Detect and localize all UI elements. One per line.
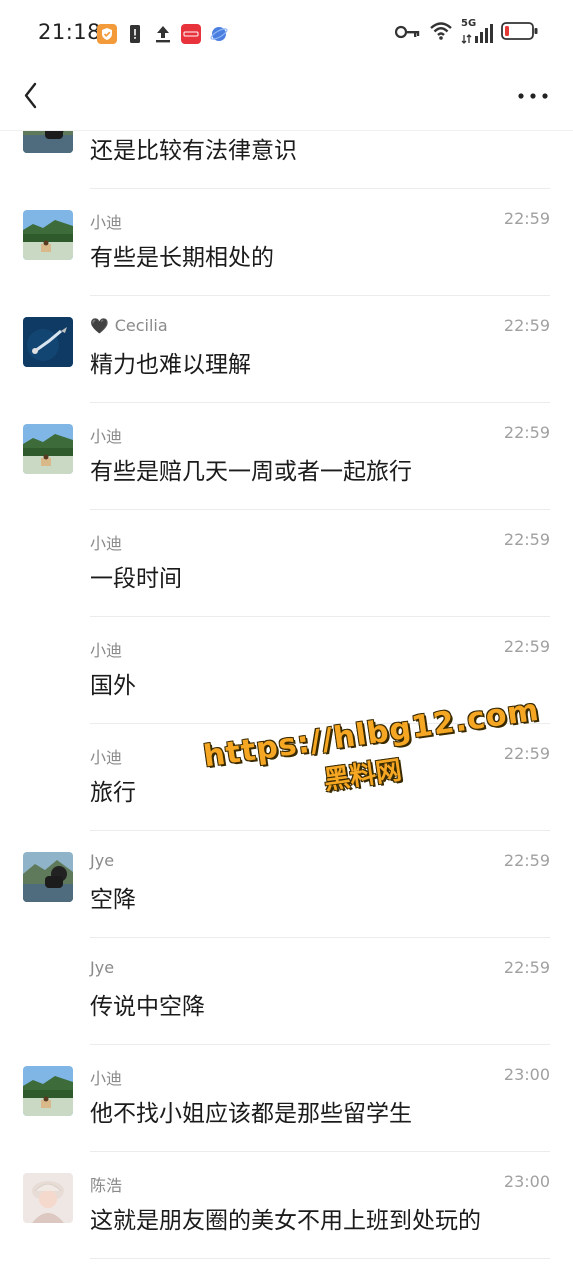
shield-app-icon	[97, 24, 117, 44]
divider	[90, 1258, 550, 1259]
sender-name-text: 陈浩	[90, 1176, 123, 1195]
message-time: 22:59	[503, 851, 550, 870]
sender-name-text: 小迪	[90, 1069, 123, 1088]
message-row[interactable]: Jye22:59还是比较有法律意识	[0, 130, 573, 189]
message-text: 一段时间	[90, 566, 182, 592]
avatar[interactable]	[23, 424, 73, 474]
message-time: 22:59	[503, 958, 550, 977]
sender-name-text: 小迪	[90, 427, 123, 446]
message-row[interactable]: 小迪 23:00 他不找小姐应该都是那些留学生	[0, 1045, 573, 1152]
sender-name: 小迪	[90, 744, 122, 768]
more-dots-icon[interactable]	[515, 78, 551, 114]
sender-name: 小迪	[90, 209, 122, 233]
sender-name-text: Jye	[90, 958, 115, 977]
message-text: 旅行	[90, 780, 136, 806]
red-app-icon	[181, 24, 201, 44]
status-bar: 21:18 5G	[0, 0, 573, 64]
sender-name: 小迪	[90, 1065, 122, 1089]
battery-low-icon	[501, 21, 539, 45]
sender-name-text: 小迪	[90, 641, 123, 660]
sender-name: 陈浩	[90, 1172, 122, 1196]
sender-name: Jye	[90, 958, 114, 977]
upload-icon	[153, 24, 173, 44]
sender-name-text: 小迪	[90, 213, 123, 232]
avatar[interactable]	[23, 852, 73, 902]
message-text: 这就是朋友圈的美女不用上班到处玩的	[90, 1208, 481, 1234]
message-time: 22:59	[503, 316, 550, 335]
message-time: 22:59	[503, 744, 550, 763]
message-row[interactable]: 小迪 22:59 有些是长期相处的	[0, 189, 573, 296]
message-list-inner: Jye22:59还是比较有法律意识小迪22:59有些是长期相处的🖤Cecilia…	[0, 130, 573, 1259]
message-text: 国外	[90, 673, 136, 699]
message-row[interactable]: 小迪 22:59 一段时间	[0, 510, 573, 617]
sender-name: 小迪	[90, 423, 122, 447]
message-row[interactable]: Jye 22:59 传说中空降	[0, 938, 573, 1045]
sender-name: 小迪	[90, 530, 122, 554]
message-row[interactable]: 陈浩 23:00 这就是朋友圈的美女不用上班到处玩的	[0, 1152, 573, 1259]
back-chevron-icon[interactable]	[18, 78, 54, 114]
sender-name: 小迪	[90, 637, 122, 661]
message-text: 还是比较有法律意识	[90, 138, 297, 164]
message-text: 传说中空降	[90, 994, 205, 1020]
message-row[interactable]: 小迪 22:59 国外	[0, 617, 573, 724]
avatar[interactable]	[23, 130, 73, 153]
sender-name-text: 小迪	[90, 748, 123, 767]
message-text: 有些是赔几天一周或者一起旅行	[90, 459, 412, 485]
avatar[interactable]	[23, 1066, 73, 1116]
message-text: 精力也难以理解	[90, 352, 251, 378]
avatar[interactable]	[23, 1173, 73, 1223]
message-time: 23:00	[503, 1065, 550, 1084]
message-text: 有些是长期相处的	[90, 245, 274, 271]
sender-name: Jye	[90, 851, 114, 870]
avatar[interactable]	[23, 210, 73, 260]
message-list[interactable]: Jye22:59还是比较有法律意识小迪22:59有些是长期相处的🖤Cecilia…	[0, 130, 573, 1280]
message-time: 22:59	[503, 637, 550, 656]
message-text: 他不找小姐应该都是那些留学生	[90, 1101, 412, 1127]
status-left-icons	[97, 22, 229, 46]
nav-bar	[0, 64, 573, 130]
sender-name: 🖤 Cecilia	[90, 316, 168, 335]
message-time: 22:59	[503, 530, 550, 549]
message-time: 22:59	[503, 423, 550, 442]
avatar[interactable]	[23, 317, 73, 367]
blue-app-icon	[209, 24, 229, 44]
message-row[interactable]: 小迪 22:59 旅行	[0, 724, 573, 831]
message-row[interactable]: 小迪 22:59 有些是赔几天一周或者一起旅行	[0, 403, 573, 510]
key-icon	[394, 24, 421, 43]
message-time: 22:59	[503, 209, 550, 228]
message-row[interactable]: Jye 22:59 空降	[0, 831, 573, 938]
status-time: 21:18	[38, 20, 102, 44]
sender-name-text: Cecilia	[114, 316, 168, 335]
sender-name-text: 小迪	[90, 534, 123, 553]
heart-icon: 🖤	[90, 316, 109, 335]
message-text: 空降	[90, 887, 136, 913]
status-right-icons: 5G	[394, 18, 539, 46]
sim-alert-icon	[125, 24, 145, 44]
message-row[interactable]: 🖤 Cecilia 22:59 精力也难以理解	[0, 296, 573, 403]
message-time: 23:00	[503, 1172, 550, 1191]
sender-name-text: Jye	[90, 851, 115, 870]
signal-icon: 5G	[461, 18, 493, 45]
wifi-icon	[429, 21, 453, 45]
